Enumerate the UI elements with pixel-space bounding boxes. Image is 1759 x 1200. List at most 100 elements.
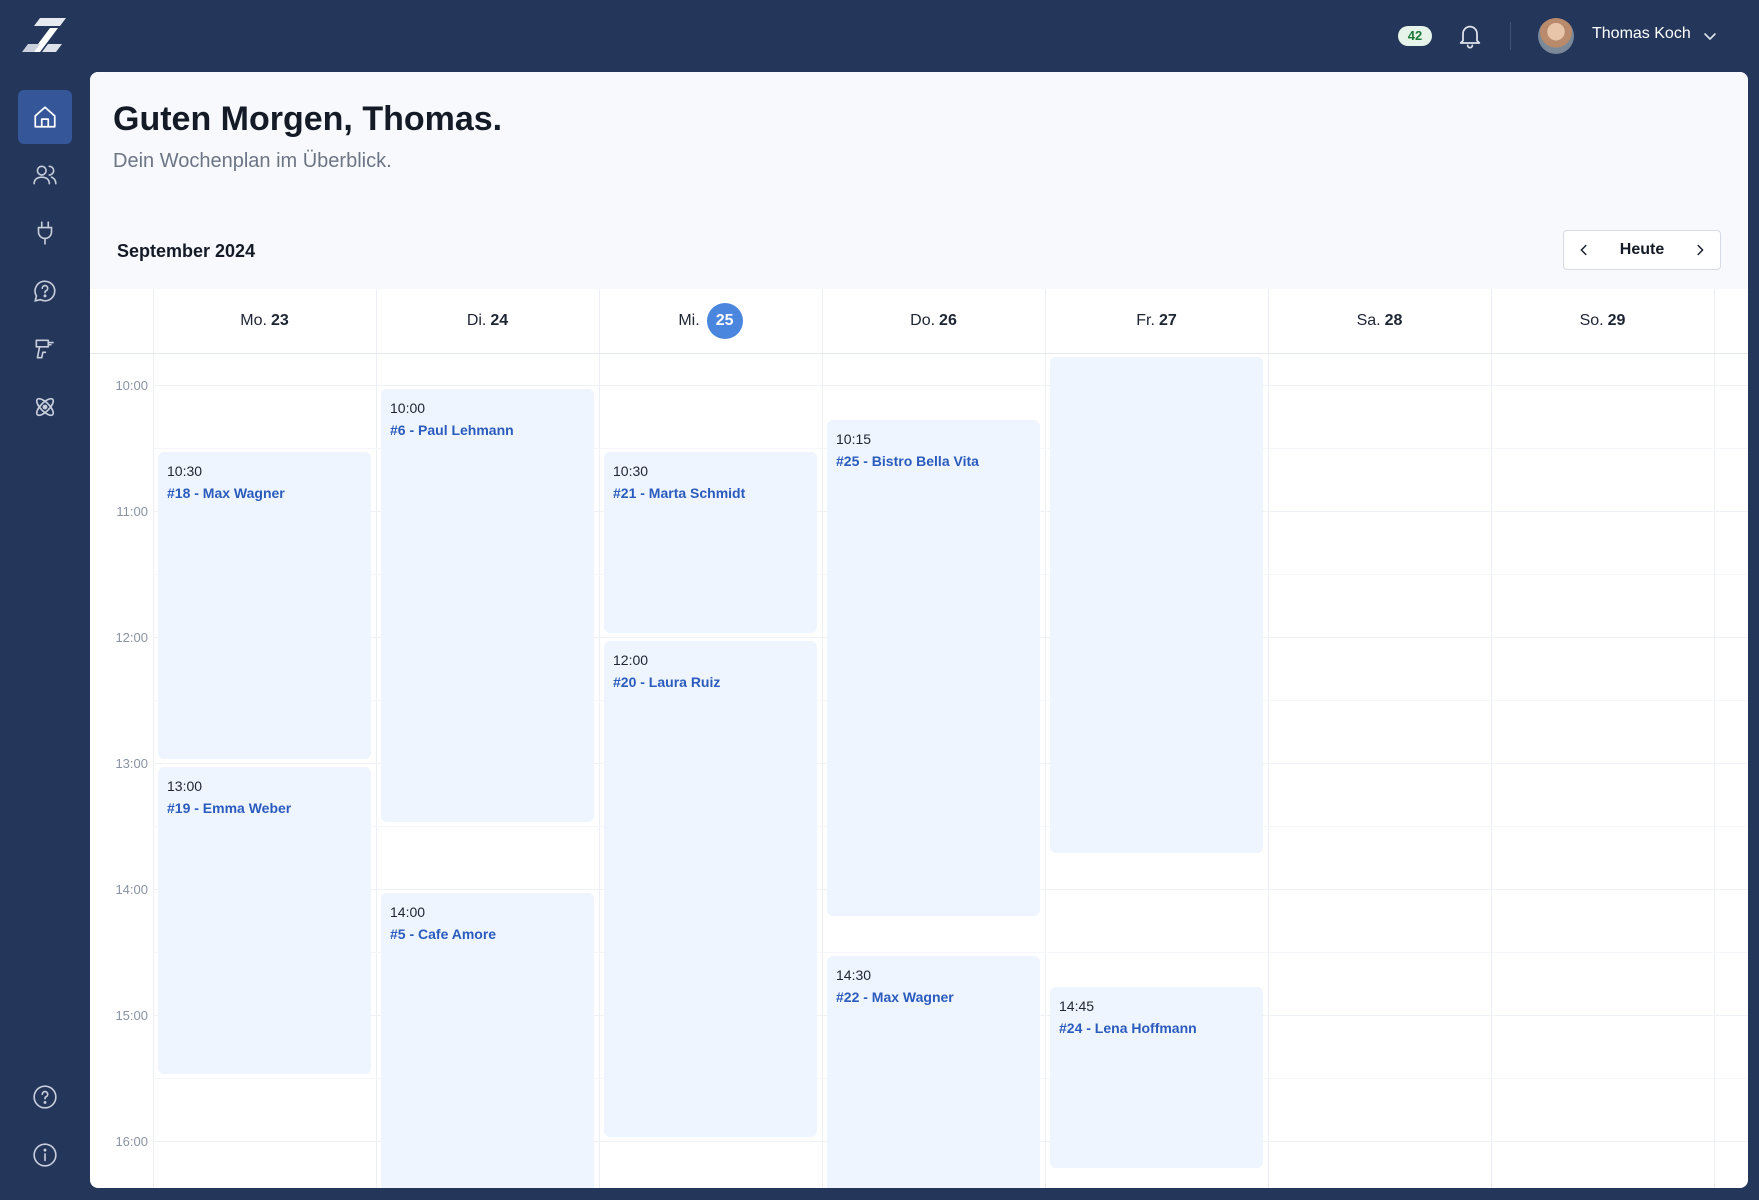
header-column-line — [1714, 289, 1715, 353]
event-title: #6 - Paul Lehmann — [390, 421, 514, 438]
time-label: 14:00 — [115, 881, 148, 897]
sidebar-item-integrations[interactable] — [18, 206, 72, 260]
event-title: #25 - Bistro Bella Vita — [836, 453, 979, 469]
main-panel: Guten Morgen, Thomas. Dein Wochenplan im… — [90, 72, 1748, 1188]
info-icon — [33, 1143, 57, 1167]
day-weekday: Mo. — [240, 312, 267, 329]
day-date: 24 — [490, 312, 509, 329]
event-time: 10:30 — [167, 462, 203, 479]
sidebar-item-tools[interactable] — [18, 322, 72, 376]
calendar-event[interactable]: 12:00 #20 - Laura Ruiz — [604, 640, 817, 1137]
calendar-event[interactable]: 10:30 #18 - Max Wagner — [158, 451, 371, 759]
top-bar: 42 Thomas Koch — [0, 0, 1759, 72]
time-label: 11:00 — [116, 503, 148, 519]
day-weekday: Fr. — [1136, 312, 1155, 329]
event-title: #22 - Max Wagner — [836, 988, 954, 1005]
event-time: 14:30 — [836, 966, 872, 983]
month-label: September 2024 — [117, 241, 256, 261]
day-date: 28 — [1384, 312, 1403, 329]
today-button[interactable]: Heute — [1604, 231, 1680, 269]
chevron-right-icon — [1697, 244, 1704, 256]
sidebar-item-customers[interactable] — [18, 148, 72, 202]
time-label: 16:00 — [115, 1133, 148, 1149]
grid-column-line — [599, 289, 600, 1188]
event-title: #21 - Marta Schmidt — [613, 484, 746, 501]
event-title: #20 - Laura Ruiz — [613, 673, 721, 690]
home-icon — [34, 106, 56, 128]
day-header-6[interactable]: Sa. 28 — [1268, 289, 1491, 353]
grid-column-line — [1045, 289, 1046, 1188]
atom-icon — [35, 397, 55, 417]
sidebar-item-home[interactable] — [18, 90, 72, 144]
chat-icon — [34, 280, 56, 302]
page-title: Guten Morgen, Thomas. — [113, 100, 503, 138]
grid-column-line — [376, 289, 377, 1188]
calendar-event[interactable]: 14:00 #5 - Cafe Amore — [381, 892, 594, 1188]
avatar[interactable] — [1538, 18, 1574, 54]
day-weekday: So. — [1579, 312, 1604, 329]
week-navigation: Heute — [1563, 230, 1721, 270]
day-weekday: Sa. — [1356, 312, 1381, 329]
chevron-left-icon — [1580, 244, 1587, 256]
header-divider — [90, 353, 1748, 354]
event-title: #24 - Lena Hoffmann — [1059, 1020, 1197, 1036]
plug-icon — [37, 221, 53, 245]
users-icon — [33, 165, 57, 185]
calendar-event[interactable]: 14:30 #22 - Max Wagner — [827, 955, 1040, 1188]
time-label: 10:00 — [115, 377, 148, 393]
time-label: 13:00 — [115, 755, 148, 771]
grid-row-line — [153, 384, 1748, 386]
day-date: 29 — [1607, 312, 1626, 329]
top-divider — [1510, 22, 1511, 50]
sidebar-item-science[interactable] — [18, 380, 72, 434]
event-title: #18 - Max Wagner — [167, 484, 285, 501]
today-date-badge: 25 — [706, 303, 743, 339]
page-header: Guten Morgen, Thomas. Dein Wochenplan im… — [90, 72, 1748, 289]
page-subtitle: Dein Wochenplan im Überblick. — [113, 150, 392, 172]
week-calendar: 10:30 #18 - Max Wagner 13:00 #19 - Emma Web… — [90, 289, 1748, 1188]
event-time: 10:00 — [390, 399, 426, 416]
event-time: 12:00 — [613, 651, 649, 668]
next-week-button[interactable] — [1680, 231, 1720, 269]
count-badge[interactable]: 42 — [1398, 26, 1432, 46]
day-date: 27 — [1158, 312, 1177, 329]
event-title: #5 - Cafe Amore — [390, 925, 497, 942]
day-header-4[interactable]: Do. 26 — [822, 289, 1045, 353]
user-name[interactable]: Thomas Koch — [1592, 25, 1691, 43]
previous-week-button[interactable] — [1564, 231, 1604, 269]
day-date: 23 — [270, 312, 289, 329]
day-weekday: Mi. — [678, 312, 700, 329]
event-time: 14:45 — [1059, 998, 1095, 1014]
event-time: 13:00 — [167, 777, 203, 794]
chevron-down-icon[interactable] — [1702, 28, 1718, 44]
calendar-event[interactable]: 10:00 #6 - Paul Lehmann — [381, 388, 594, 822]
day-header-3[interactable]: Mi. 25 — [599, 289, 822, 353]
grid-column-line — [1491, 289, 1492, 1188]
calendar-event[interactable]: 10:30 #21 - Marta Schmidt — [604, 451, 817, 633]
sidebar-item-help[interactable] — [18, 1070, 72, 1124]
day-header-5[interactable]: Fr. 27 — [1045, 289, 1268, 353]
calendar-event[interactable]: 14:45 #24 - Lena Hoffmann — [1050, 987, 1263, 1168]
calendar-event[interactable]: 13:00 #19 - Emma Weber — [158, 766, 371, 1074]
grid-column-line — [1714, 289, 1715, 1188]
logo-icon[interactable] — [20, 14, 68, 58]
grid-column-line — [1268, 289, 1269, 1188]
day-header-2[interactable]: Di. 24 — [376, 289, 599, 353]
sidebar-item-support[interactable] — [18, 264, 72, 318]
calendar-event[interactable] — [1050, 357, 1263, 853]
time-label: 12:00 — [115, 629, 148, 645]
day-header-7[interactable]: So. 29 — [1491, 289, 1714, 353]
event-time: 14:00 — [390, 903, 426, 920]
event-time: 10:30 — [613, 462, 649, 479]
bell-icon[interactable] — [1456, 22, 1484, 50]
sidebar — [0, 72, 90, 1200]
day-header-1[interactable]: Mo. 23 — [153, 289, 376, 353]
help-icon — [33, 1085, 57, 1109]
grid-column-line — [153, 289, 154, 1188]
calendar-event[interactable]: 10:15 #25 - Bistro Bella Vita — [827, 420, 1040, 916]
sidebar-item-info[interactable] — [18, 1128, 72, 1182]
time-label: 15:00 — [115, 1007, 148, 1023]
day-weekday: Di. — [466, 312, 487, 329]
event-time: 10:15 — [836, 431, 872, 447]
day-weekday: Do. — [910, 312, 936, 329]
